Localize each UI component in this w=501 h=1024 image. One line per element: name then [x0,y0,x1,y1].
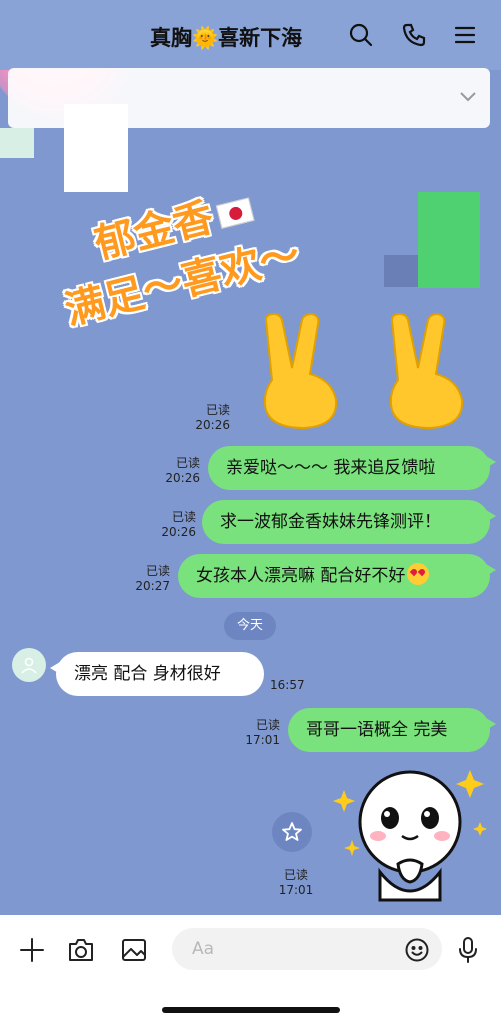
message-meta: 已读 20:26 [161,510,196,539]
outgoing-message-bubble[interactable]: 女孩本人漂亮嘛 配合好不好 [178,554,496,598]
contact-avatar[interactable] [12,648,46,682]
heart-eyes-emoji-icon [407,563,430,585]
victory-hand-sticker[interactable] [378,310,474,430]
image-icon[interactable] [117,933,151,967]
chat-header: 真胸🌞喜新下海 [0,0,501,70]
message-time: 16:57 [270,678,305,692]
outgoing-message-bubble[interactable]: 求一波郁金香妹妹先锋测评！ [202,500,496,544]
outgoing-message-bubble[interactable]: 亲爱哒～～～ 我来追反馈啦 [208,446,496,490]
victory-hand-sticker[interactable] [252,310,348,430]
search-icon[interactable] [344,18,378,52]
phone-icon[interactable] [397,18,431,52]
image-fragment [0,128,34,158]
menu-icon[interactable] [448,18,482,52]
image-fragment [418,192,480,288]
image-fragment [384,255,418,287]
star-icon[interactable] [272,812,312,852]
message-text: 女孩本人漂亮嘛 配合好不好 [196,566,406,586]
incoming-message-bubble[interactable]: 漂亮 配合 身材很好 [50,652,264,696]
chevron-down-icon[interactable] [459,88,477,107]
chat-title[interactable]: 真胸🌞喜新下海 [150,22,302,52]
person-icon [21,657,37,674]
message-meta: 已读 20:27 [135,564,170,593]
announcement-banner[interactable] [8,68,490,128]
camera-icon[interactable] [64,933,98,967]
home-indicator [162,1007,340,1013]
plus-icon[interactable] [15,933,49,967]
mic-icon[interactable] [451,933,485,967]
message-meta: 已读 20:26 [165,456,200,485]
date-divider: 今天 [224,612,276,640]
pleading-face-sticker[interactable] [330,760,490,910]
message-meta: 已读 20:26 [195,403,230,432]
outgoing-message-bubble[interactable]: 哥哥一语概全 完美 [288,708,496,752]
message-meta: 已读 17:01 [278,868,314,897]
japan-flag-icon [215,197,255,229]
message-meta: 已读 17:01 [245,718,280,747]
smiley-icon[interactable] [400,933,434,967]
